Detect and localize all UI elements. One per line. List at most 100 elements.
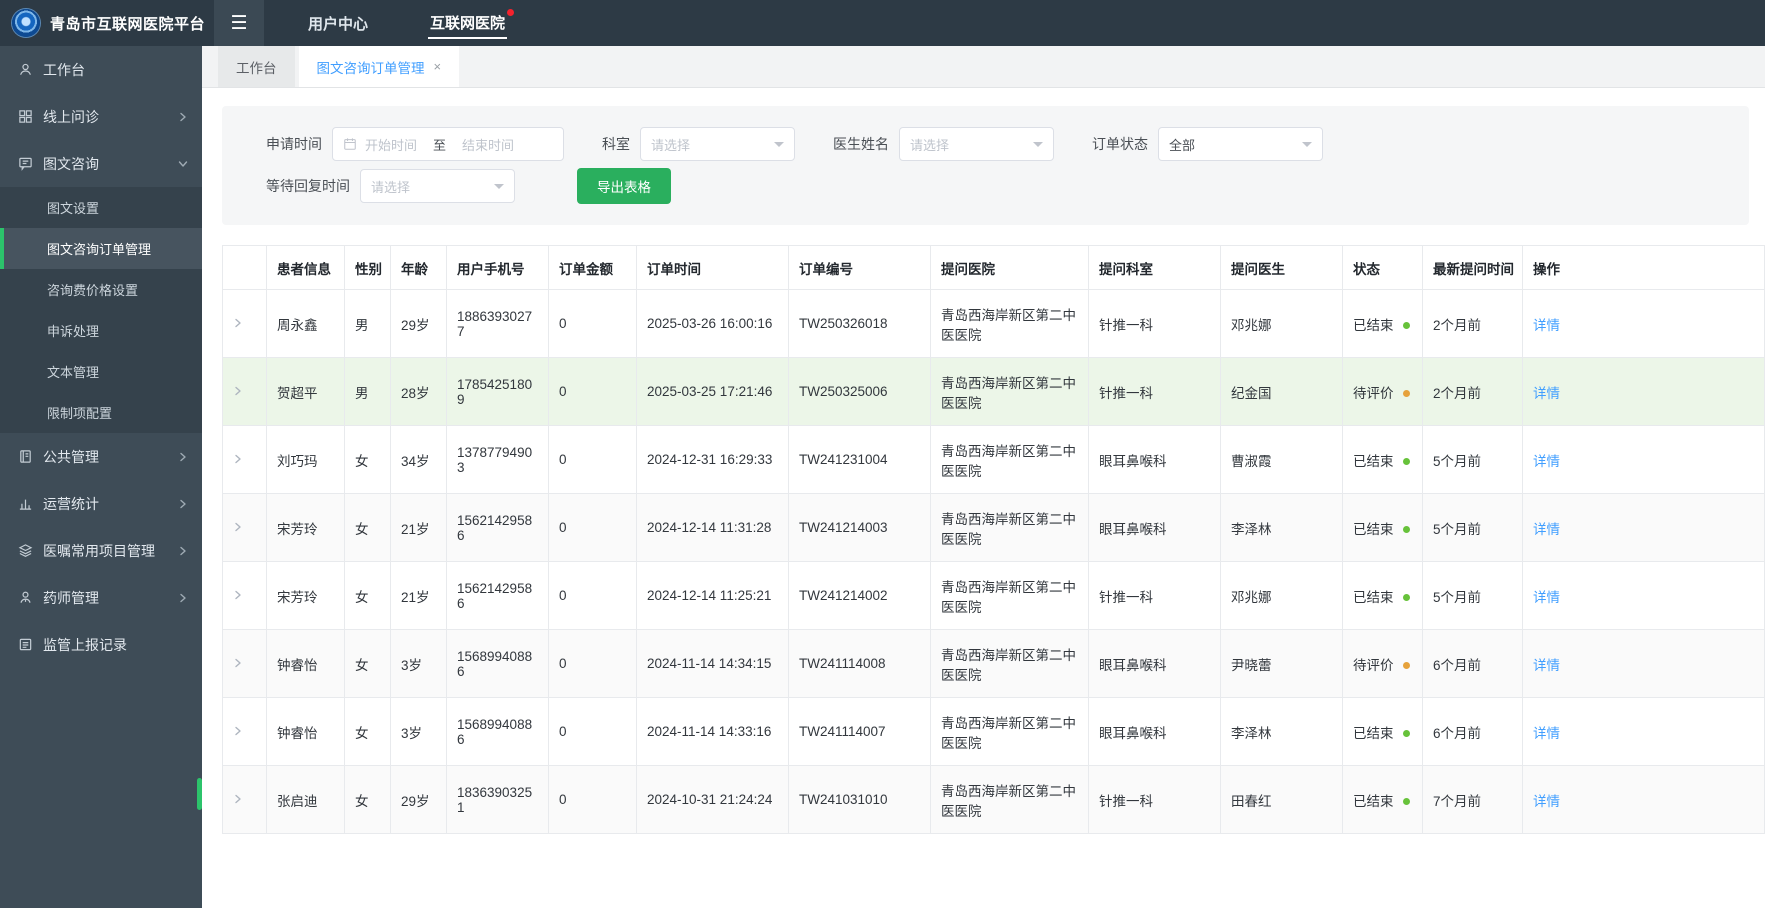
sidebar-item-4[interactable]: 运营统计: [0, 480, 202, 527]
expand-row-icon[interactable]: [233, 590, 243, 600]
doctor-name-placeholder: 请选择: [910, 137, 950, 153]
sidebar-subitem-0[interactable]: 图文设置: [0, 187, 202, 228]
apply-time-label: 申请时间: [266, 136, 322, 152]
cell-doctor: 李泽林: [1220, 697, 1343, 766]
chat-icon: [18, 156, 33, 171]
status-text: 已结束: [1353, 317, 1394, 333]
export-button[interactable]: 导出表格: [577, 168, 671, 204]
cell-order_no: TW241214003: [788, 493, 931, 562]
sidebar-toggle-button[interactable]: ☰: [214, 0, 264, 46]
detail-link[interactable]: 详情: [1533, 386, 1560, 401]
body: 工作台 线上问诊 图文咨询 图文设置 图文咨询订单管理 咨询费价格设置 申诉处理 文本管理 限制…: [0, 46, 1765, 908]
status-dot-icon: [1402, 661, 1410, 669]
cell-phone: 15621429586: [446, 561, 549, 630]
status-text: 待评价: [1353, 385, 1394, 401]
cell-gender: 女: [344, 425, 391, 494]
status-dot-icon: [1402, 729, 1410, 737]
wait-reply-group: 等待回复时间 请选择: [266, 169, 515, 203]
top-nav-item-0[interactable]: 用户中心: [306, 0, 370, 46]
sidebar-subitem-1[interactable]: 图文咨询订单管理: [0, 228, 202, 269]
expand-row-icon[interactable]: [233, 726, 243, 736]
close-icon[interactable]: ×: [434, 60, 442, 73]
cell-hospital: 青岛西海岸新区第二中医医院: [930, 493, 1089, 562]
chevron-right-icon: [178, 112, 188, 122]
expand-row-icon[interactable]: [233, 522, 243, 532]
tab-1[interactable]: 图文咨询订单管理 ×: [298, 46, 460, 87]
sidebar-item-1[interactable]: 线上问诊: [0, 93, 202, 140]
doctor-name-select[interactable]: 请选择: [899, 127, 1054, 161]
expand-row-icon[interactable]: [233, 658, 243, 668]
cell-patient: 钟睿怡: [266, 629, 345, 698]
sidebar-subitem-5[interactable]: 限制项配置: [0, 392, 202, 433]
detail-link[interactable]: 详情: [1533, 454, 1560, 469]
cell-doctor: 田春红: [1220, 765, 1343, 834]
sidebar-item-7[interactable]: 监管上报记录: [0, 621, 202, 668]
order-status-select[interactable]: 全部: [1158, 127, 1323, 161]
book-icon: [18, 449, 33, 464]
expand-cell: [222, 561, 267, 630]
table-row: 钟睿怡女 3岁 15689940886 0 2024-11-14 14:33:16 TW2…: [222, 697, 1765, 766]
cell-status: 待评价: [1342, 357, 1423, 426]
cell-hospital: 青岛西海岸新区第二中医医院: [930, 629, 1089, 698]
expand-cell: [222, 493, 267, 562]
cell-latest: 2个月前: [1422, 357, 1523, 426]
detail-link[interactable]: 详情: [1533, 590, 1560, 605]
detail-link[interactable]: 详情: [1533, 794, 1560, 809]
tab-0[interactable]: 工作台: [218, 46, 295, 87]
doctor-name-group: 医生姓名 请选择: [833, 127, 1054, 161]
cell-status: 已结束: [1342, 561, 1423, 630]
table-header-row: 患者信息 性别 年龄 用户手机号 订单金额 订单时间 订单编号 提问医院 提问科室 提问医生 状态最…: [222, 245, 1765, 290]
cell-gender: 女: [344, 561, 391, 630]
expand-row-icon[interactable]: [233, 386, 243, 396]
chevron-right-icon: [178, 546, 188, 556]
cell-order_time: 2025-03-26 16:00:16: [636, 289, 789, 358]
cell-status: 已结束: [1342, 493, 1423, 562]
layers-icon: [18, 543, 33, 558]
sidebar-submenu: 图文设置 图文咨询订单管理 咨询费价格设置 申诉处理 文本管理 限制项配置: [0, 187, 202, 433]
sidebar-subitem-3[interactable]: 申诉处理: [0, 310, 202, 351]
app: 青岛市互联网医院平台 ☰ 用户中心 互联网医院 工作台 线上问诊 图文咨询 图文设置 图文…: [0, 0, 1765, 908]
wait-reply-select[interactable]: 请选择: [360, 169, 515, 203]
cell-order_no: TW250326018: [788, 289, 931, 358]
cell-patient: 周永鑫: [266, 289, 345, 358]
sidebar-subitem-4[interactable]: 文本管理: [0, 351, 202, 392]
column-header-13: 操作: [1522, 245, 1765, 290]
end-time-placeholder: 结束时间: [462, 137, 515, 153]
expand-row-icon[interactable]: [233, 454, 243, 464]
top-nav-item-1[interactable]: 互联网医院: [428, 0, 515, 46]
tab-bar: 工作台 图文咨询订单管理 ×: [202, 46, 1765, 88]
cell-age: 29岁: [390, 765, 447, 834]
expand-row-icon[interactable]: [233, 318, 243, 328]
department-group: 科室 请选择: [602, 127, 795, 161]
sidebar-menu: 工作台 线上问诊 图文咨询 图文设置 图文咨询订单管理 咨询费价格设置 申诉处理 文本管理 限制…: [0, 46, 202, 668]
sidebar-item-0[interactable]: 工作台: [0, 46, 202, 93]
cell-patient: 宋芳玲: [266, 561, 345, 630]
sidebar-item-3[interactable]: 公共管理: [0, 433, 202, 480]
sidebar-scrollbar-thumb[interactable]: [197, 778, 202, 810]
apply-time-range-input[interactable]: 开始时间 至 结束时间: [332, 127, 564, 161]
department-select[interactable]: 请选择: [640, 127, 795, 161]
column-header-2: 性别: [344, 245, 391, 290]
cell-status: 待评价: [1342, 629, 1423, 698]
table-row: 宋芳玲女 21岁 15621429586 0 2024-12-14 11:31:28 TW…: [222, 493, 1765, 562]
detail-link[interactable]: 详情: [1533, 726, 1560, 741]
detail-link[interactable]: 详情: [1533, 522, 1560, 537]
top-nav-label: 用户中心: [308, 15, 369, 33]
cell-order_no: TW250325006: [788, 357, 931, 426]
sidebar-subitem-2[interactable]: 咨询费价格设置: [0, 269, 202, 310]
cell-dept: 针推一科: [1088, 289, 1221, 358]
cell-patient: 宋芳玲: [266, 493, 345, 562]
cell-phone: 15621429586: [446, 493, 549, 562]
detail-link[interactable]: 详情: [1533, 318, 1560, 333]
cell-doctor: 尹晓蕾: [1220, 629, 1343, 698]
sidebar-item-2[interactable]: 图文咨询: [0, 140, 202, 187]
sidebar-item-5[interactable]: 医嘱常用项目管理: [0, 527, 202, 574]
cell-order_time: 2024-12-14 11:31:28: [636, 493, 789, 562]
cell-hospital: 青岛西海岸新区第二中医医院: [930, 765, 1089, 834]
column-header-7: 订单编号: [788, 245, 931, 290]
detail-link[interactable]: 详情: [1533, 658, 1560, 673]
sidebar-item-6[interactable]: 药师管理: [0, 574, 202, 621]
apply-time-group: 申请时间 开始时间 至 结束时间: [266, 127, 564, 161]
workbench-icon: [18, 62, 33, 77]
expand-row-icon[interactable]: [233, 794, 243, 804]
